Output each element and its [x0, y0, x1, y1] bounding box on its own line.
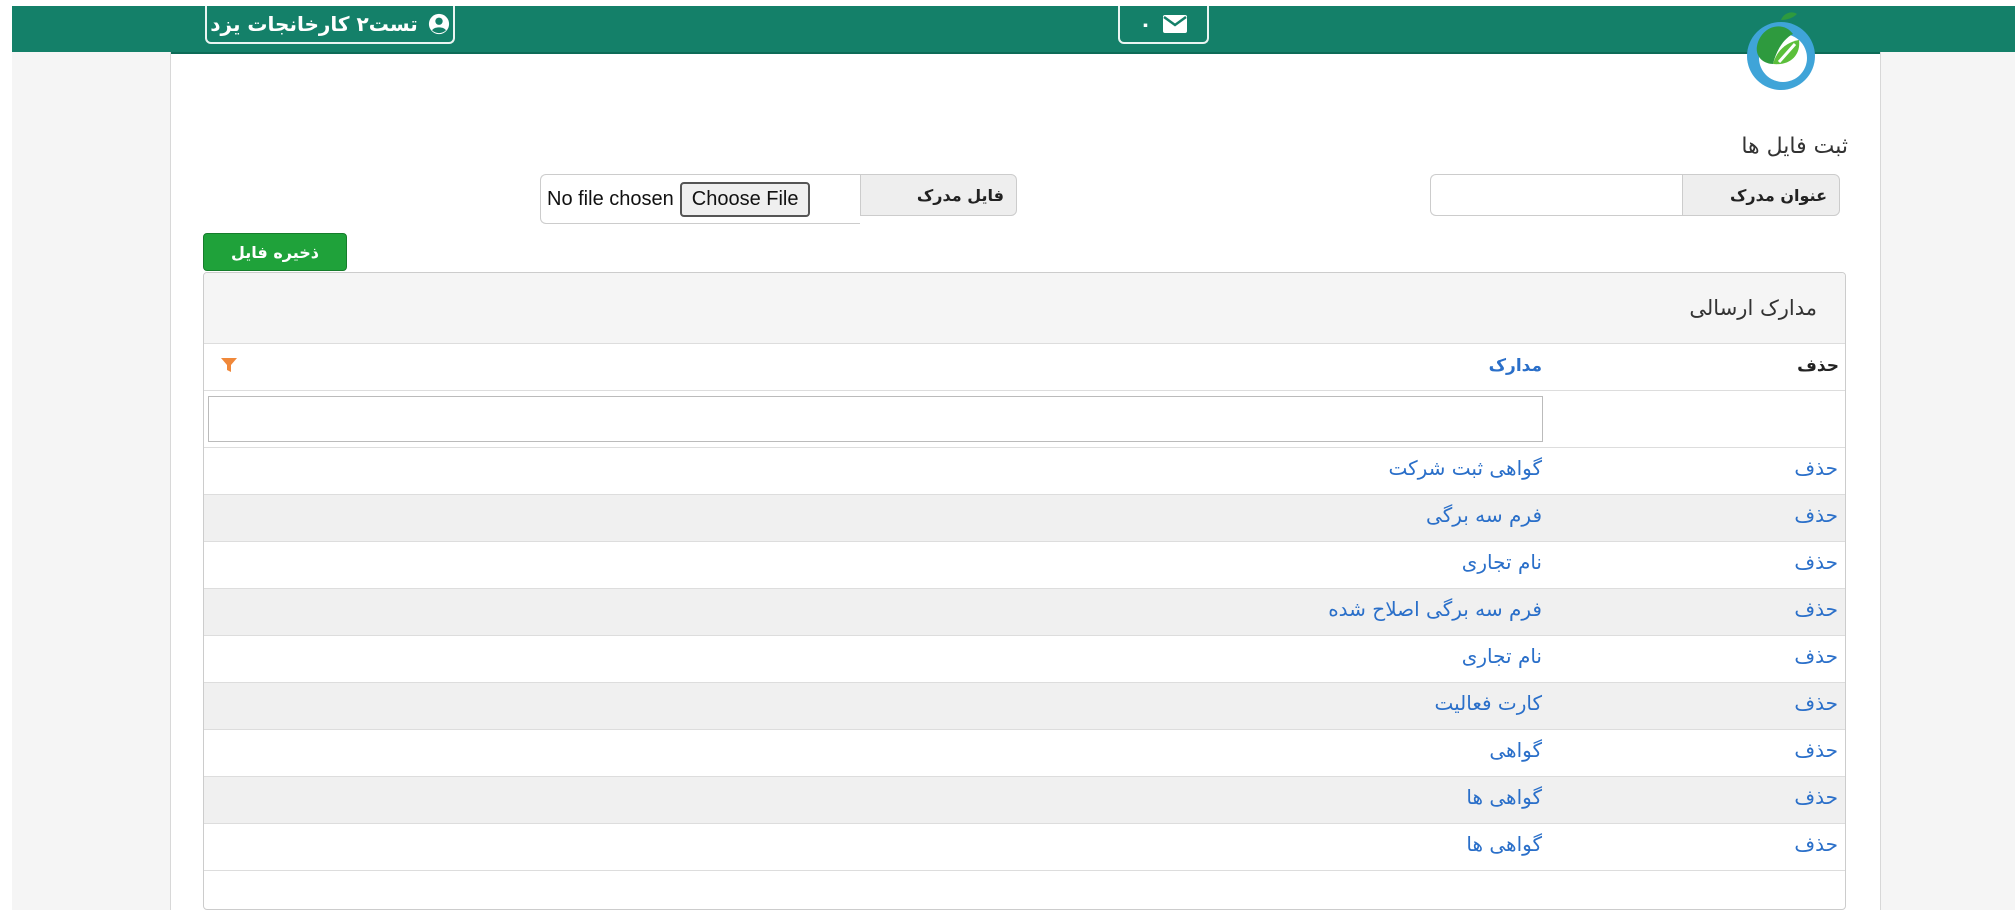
delete-link[interactable]: حذف — [1794, 456, 1838, 480]
delete-link[interactable]: حذف — [1794, 738, 1838, 762]
user-circle-icon — [428, 13, 449, 35]
delete-link[interactable]: حذف — [1794, 597, 1838, 621]
section-title: ثبت فایل ها — [1741, 134, 1848, 159]
delete-link[interactable]: حذف — [1794, 550, 1838, 574]
table-row: حذف گواهی ثبت شرکت — [204, 448, 1845, 495]
document-link[interactable]: گواهی ها — [1466, 832, 1542, 856]
document-link[interactable]: نام تجاری — [1462, 644, 1542, 668]
right-page-margin — [1880, 52, 2015, 910]
document-file-field-group: فایل مدرک No file chosen Choose File — [540, 174, 1017, 224]
delete-link[interactable]: حذف — [1794, 503, 1838, 527]
document-link[interactable]: کارت فعالیت — [1434, 691, 1542, 715]
delete-link[interactable]: حذف — [1794, 644, 1838, 668]
table-row: حذف گواهی ها — [204, 824, 1845, 871]
table-row: حذف گواهی — [204, 730, 1845, 777]
table-row: حذف گواهی ها — [204, 777, 1845, 824]
table-row: حذف نام تجاری — [204, 542, 1845, 589]
choose-file-button[interactable]: Choose File — [679, 181, 811, 217]
document-title-label: عنوان مدرک — [1682, 174, 1840, 216]
documents-filter-input[interactable] — [208, 396, 1543, 442]
envelope-icon — [1162, 15, 1187, 33]
document-link[interactable]: گواهی — [1489, 738, 1542, 762]
table-row: حذف کارت فعالیت — [204, 683, 1845, 730]
filter-icon[interactable] — [220, 356, 238, 374]
document-link[interactable]: فرم سه برگی اصلاح شده — [1328, 597, 1542, 621]
file-input[interactable]: No file chosen Choose File — [540, 174, 860, 224]
save-file-button[interactable]: ذخیره فایل — [203, 233, 347, 271]
document-link[interactable]: فرم سه برگی — [1426, 503, 1542, 527]
file-status: No file chosen — [547, 187, 674, 210]
table-row: حذف فرم سه برگی — [204, 495, 1845, 542]
messages-button[interactable]: ۰ — [1118, 6, 1209, 44]
grid-header: حذف مدارک — [204, 344, 1845, 391]
delete-link[interactable]: حذف — [1794, 691, 1838, 715]
sent-documents-panel: مدارک ارسالی حذف مدارک حذف گواهی ثبت شرکت… — [203, 272, 1846, 910]
apple-logo-icon[interactable] — [1737, 6, 1832, 98]
document-link[interactable]: گواهی ثبت شرکت — [1388, 456, 1542, 480]
top-header-bar: تست۲ کارخانجات یزد ۰ — [12, 6, 2015, 54]
column-header-documents[interactable]: مدارک — [1489, 356, 1542, 376]
left-page-margin — [12, 52, 171, 910]
delete-link[interactable]: حذف — [1794, 832, 1838, 856]
panel-title: مدارک ارسالی — [204, 273, 1845, 344]
filter-row — [204, 391, 1845, 448]
user-menu-button[interactable]: تست۲ کارخانجات یزد — [205, 6, 455, 44]
table-row: حذف نام تجاری — [204, 636, 1845, 683]
document-file-label: فایل مدرک — [860, 174, 1017, 216]
messages-count: ۰ — [1139, 12, 1152, 36]
document-link[interactable]: گواهی ها — [1466, 785, 1542, 809]
document-title-field-group: عنوان مدرک — [1430, 174, 1840, 216]
document-title-input[interactable] — [1430, 174, 1682, 216]
document-link[interactable]: نام تجاری — [1462, 550, 1542, 574]
column-header-delete: حذف — [1797, 356, 1839, 376]
user-name: تست۲ کارخانجات یزد — [210, 12, 418, 36]
delete-link[interactable]: حذف — [1794, 785, 1838, 809]
table-row: حذف فرم سه برگی اصلاح شده — [204, 589, 1845, 636]
